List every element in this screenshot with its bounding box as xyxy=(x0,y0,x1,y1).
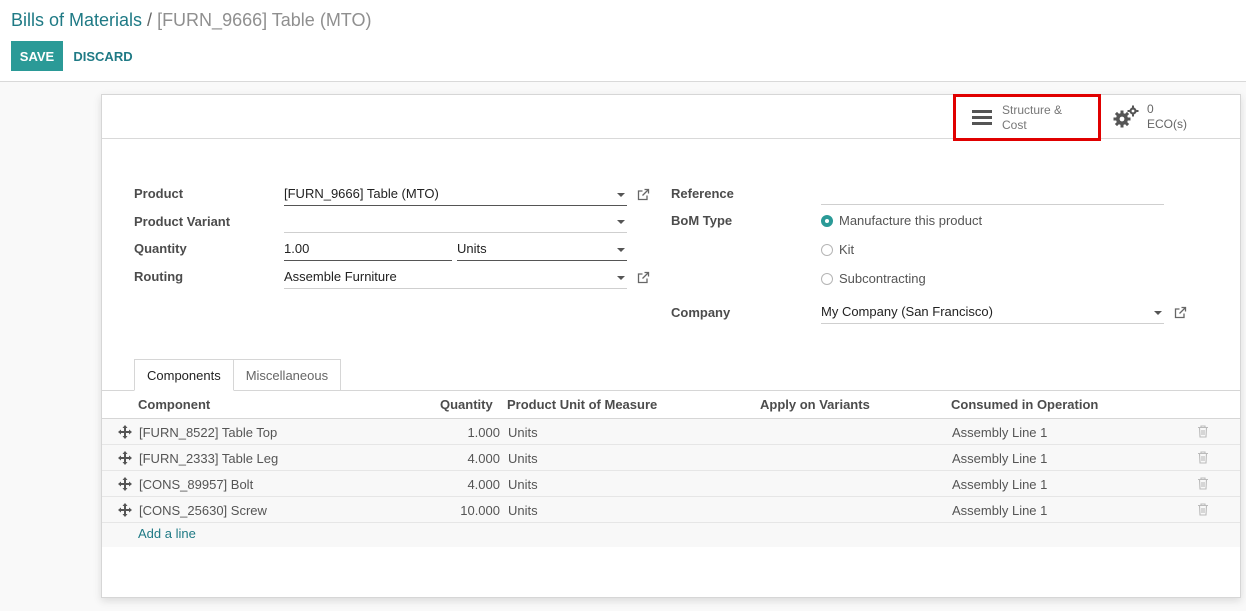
row-operation: Assembly Line 1 xyxy=(952,451,1048,466)
eco-button[interactable]: 0 ECO(s) xyxy=(1111,95,1211,139)
radio-unchecked-icon xyxy=(821,272,833,285)
tab-components[interactable]: Components xyxy=(134,359,234,391)
quantity-label: Quantity xyxy=(134,241,187,256)
row-operation: Assembly Line 1 xyxy=(952,425,1048,440)
structure-cost-line2: Cost xyxy=(1002,117,1027,132)
add-a-line-link[interactable]: Add a line xyxy=(138,526,196,541)
radio-checked-icon xyxy=(821,214,833,227)
bars-icon xyxy=(972,109,992,126)
drag-handle-icon[interactable] xyxy=(118,477,132,491)
company-field[interactable]: My Company (San Francisco) xyxy=(821,302,1164,324)
product-variant-field[interactable] xyxy=(284,211,627,233)
eco-label: ECO(s) xyxy=(1147,117,1187,131)
product-variant-label: Product Variant xyxy=(134,214,231,229)
bom-type-subcontracting-radio[interactable]: Subcontracting xyxy=(821,271,926,286)
form-sheet: Structure & Cost 0 ECO(s) Product [FURN_… xyxy=(101,94,1241,598)
smart-button-box: Structure & Cost 0 ECO(s) xyxy=(102,94,1240,141)
product-label: Product xyxy=(134,186,184,201)
row-component: [FURN_2333] Table Leg xyxy=(139,451,279,466)
row-component: [CONS_89957] Bolt xyxy=(139,477,254,492)
external-link-icon[interactable] xyxy=(637,271,650,284)
notebook-tabs: Components Miscellaneous xyxy=(134,359,342,391)
company-value: My Company (San Francisco) xyxy=(821,304,993,319)
structure-cost-line1: Structure & xyxy=(1002,102,1063,117)
gears-icon xyxy=(1113,105,1139,128)
column-consumed-in-operation[interactable]: Consumed in Operation xyxy=(951,397,1098,412)
column-component[interactable]: Component xyxy=(138,397,210,412)
quantity-input[interactable]: 1.00 xyxy=(284,239,452,261)
routing-value: Assemble Furniture xyxy=(284,269,397,284)
trash-icon[interactable] xyxy=(1197,477,1209,490)
drag-handle-icon[interactable] xyxy=(118,425,132,439)
breadcrumb-bills-of-materials[interactable]: Bills of Materials xyxy=(11,10,142,30)
breadcrumb-current: [FURN_9666] Table (MTO) xyxy=(157,10,372,30)
product-field[interactable]: [FURN_9666] Table (MTO) xyxy=(284,184,627,206)
breadcrumb: Bills of Materials / [FURN_9666] Table (MT… xyxy=(11,9,371,31)
table-row[interactable]: [CONS_25630] Screw 10.000 Units Assembly… xyxy=(102,497,1240,523)
components-table-header: Component Quantity Product Unit of Measu… xyxy=(102,391,1240,419)
row-uom: Units xyxy=(508,477,538,492)
bom-type-label: BoM Type xyxy=(671,213,733,228)
table-row[interactable]: [CONS_89957] Bolt 4.000 Units Assembly L… xyxy=(102,471,1240,497)
caret-down-icon xyxy=(1154,311,1162,315)
quantity-uom-field[interactable]: Units xyxy=(457,239,627,261)
row-operation: Assembly Line 1 xyxy=(952,503,1048,518)
drag-handle-icon[interactable] xyxy=(118,451,132,465)
bom-type-option-label: Manufacture this product xyxy=(839,213,983,228)
reference-input[interactable] xyxy=(821,183,1164,205)
row-component: [CONS_25630] Screw xyxy=(139,503,267,518)
quantity-uom-value: Units xyxy=(457,241,487,256)
product-value: [FURN_9666] Table (MTO) xyxy=(284,186,439,201)
quantity-value: 1.00 xyxy=(284,241,310,256)
bom-type-option-label: Subcontracting xyxy=(839,271,926,286)
row-quantity: 4.000 xyxy=(467,451,500,466)
row-component: [FURN_8522] Table Top xyxy=(139,425,278,440)
column-quantity[interactable]: Quantity xyxy=(440,397,493,412)
row-quantity: 1.000 xyxy=(467,425,500,440)
routing-field[interactable]: Assemble Furniture xyxy=(284,267,627,289)
breadcrumb-separator: / xyxy=(147,10,153,30)
column-uom[interactable]: Product Unit of Measure xyxy=(507,397,657,412)
caret-down-icon xyxy=(617,193,625,197)
drag-handle-icon[interactable] xyxy=(118,503,132,517)
trash-icon[interactable] xyxy=(1197,503,1209,516)
discard-button[interactable]: DISCARD xyxy=(68,41,138,71)
eco-count: 0 xyxy=(1147,102,1154,116)
control-panel: Bills of Materials / [FURN_9666] Table (MT… xyxy=(0,0,1246,82)
row-uom: Units xyxy=(508,451,538,466)
external-link-icon[interactable] xyxy=(1174,306,1187,319)
radio-unchecked-icon xyxy=(821,243,833,256)
tab-miscellaneous[interactable]: Miscellaneous xyxy=(233,359,342,391)
structure-cost-button[interactable]: Structure & Cost xyxy=(953,94,1101,141)
caret-down-icon xyxy=(617,248,625,252)
row-quantity: 10.000 xyxy=(460,503,500,518)
save-button[interactable]: SAVE xyxy=(11,41,63,71)
trash-icon[interactable] xyxy=(1197,451,1209,464)
row-operation: Assembly Line 1 xyxy=(952,477,1048,492)
caret-down-icon xyxy=(617,220,625,224)
bom-type-manufacture-radio[interactable]: Manufacture this product xyxy=(821,213,982,228)
bom-type-kit-radio[interactable]: Kit xyxy=(821,242,854,257)
row-uom: Units xyxy=(508,425,538,440)
table-row[interactable]: [FURN_2333] Table Leg 4.000 Units Assemb… xyxy=(102,445,1240,471)
external-link-icon[interactable] xyxy=(637,188,650,201)
row-quantity: 4.000 xyxy=(467,477,500,492)
routing-label: Routing xyxy=(134,269,184,284)
caret-down-icon xyxy=(617,276,625,280)
company-label: Company xyxy=(671,305,731,320)
bom-type-option-label: Kit xyxy=(839,242,855,257)
table-row[interactable]: [FURN_8522] Table Top 1.000 Units Assemb… xyxy=(102,419,1240,445)
add-line-row: Add a line xyxy=(102,523,1240,547)
row-uom: Units xyxy=(508,503,538,518)
trash-icon[interactable] xyxy=(1197,425,1209,438)
column-apply-on-variants[interactable]: Apply on Variants xyxy=(760,397,870,412)
reference-label: Reference xyxy=(671,186,734,201)
